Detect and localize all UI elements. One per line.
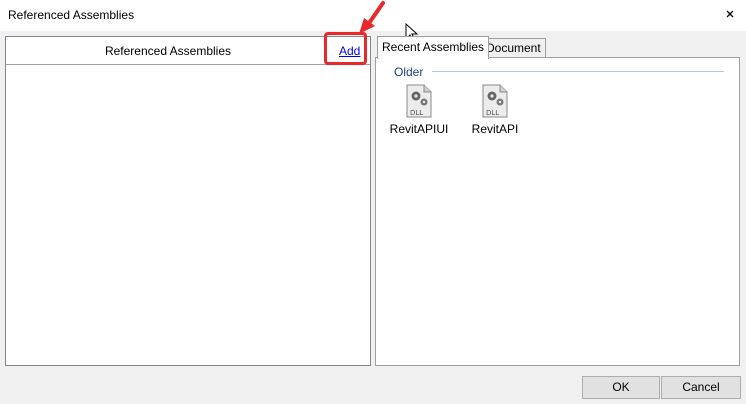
assembly-name: RevitAPI: [471, 122, 519, 136]
tab-document[interactable]: Document: [481, 38, 546, 58]
list-header-label: Referenced Assemblies: [104, 44, 232, 58]
ok-button[interactable]: OK: [582, 376, 660, 399]
close-button[interactable]: [720, 5, 740, 25]
window-title: Referenced Assemblies: [8, 8, 135, 22]
cancel-button[interactable]: Cancel: [661, 376, 741, 399]
close-icon: [726, 10, 734, 18]
group-label: Older: [394, 65, 424, 79]
dll-gear-icon: DLL: [482, 84, 508, 118]
group-divider: [432, 71, 724, 72]
recent-assemblies-panel: Older DLL RevitAPIUI DLL RevitAPI: [375, 57, 740, 366]
assembly-item-revitapi[interactable]: DLL RevitAPI: [465, 84, 525, 136]
assembly-item-revitapiui[interactable]: DLL RevitAPIUI: [389, 84, 449, 136]
tab-recent-assemblies[interactable]: Recent Assemblies: [377, 36, 490, 59]
svg-text:DLL: DLL: [410, 109, 423, 117]
referenced-assemblies-list[interactable]: Referenced Assemblies Add: [5, 36, 371, 366]
svg-text:DLL: DLL: [486, 109, 499, 117]
dll-gear-icon: DLL: [406, 84, 432, 118]
assembly-name: RevitAPIUI: [389, 122, 449, 136]
red-arrow-icon: [359, 1, 385, 34]
list-header: Referenced Assemblies Add: [6, 37, 370, 65]
